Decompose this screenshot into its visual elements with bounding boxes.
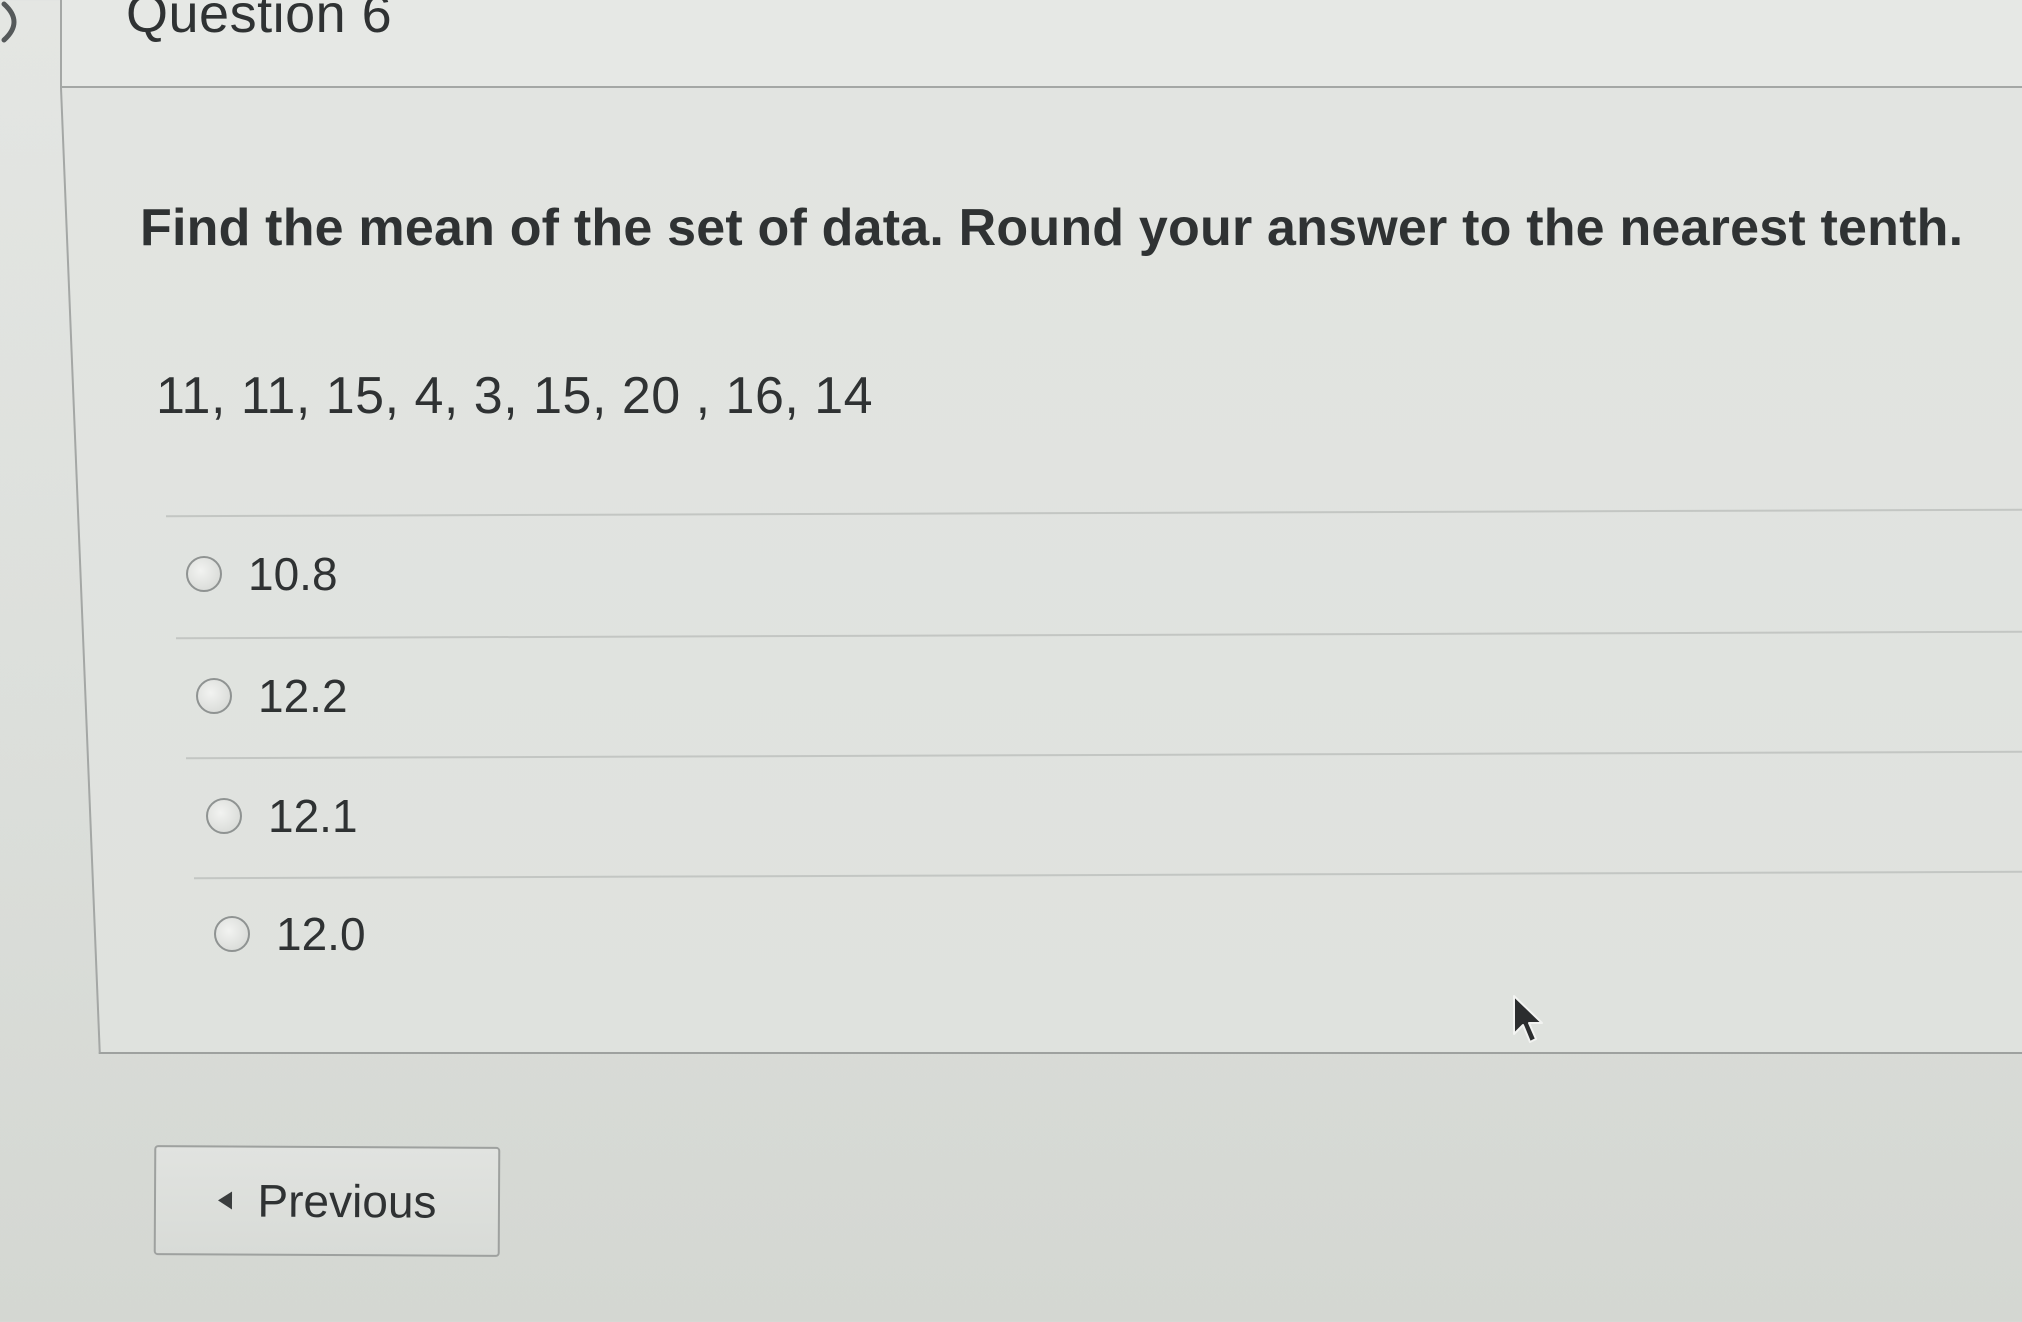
question-prompt: Find the mean of the set of data. Round …: [140, 199, 1964, 257]
answer-option[interactable]: 12.1: [206, 786, 358, 846]
mouse-pointer-icon: [1513, 995, 1543, 1043]
answer-option-label: 12.0: [276, 908, 366, 960]
answer-option[interactable]: 10.8: [186, 544, 338, 604]
data-set: 11, 11, 15, 4, 3, 15, 20 , 16, 14: [156, 367, 874, 425]
question-header: Question 6: [60, 0, 2022, 88]
previous-button-label: Previous: [257, 1174, 437, 1228]
answer-option-label: 10.8: [248, 548, 338, 600]
radio-icon[interactable]: [214, 916, 250, 952]
answer-option-label: 12.1: [268, 790, 358, 842]
radio-icon[interactable]: [196, 678, 232, 714]
answer-option[interactable]: 12.2: [196, 666, 348, 726]
answer-option-label: 12.2: [258, 670, 348, 722]
radio-icon[interactable]: [186, 556, 222, 592]
caret-left-icon: [217, 1191, 232, 1210]
answer-option[interactable]: 12.0: [214, 904, 366, 964]
chevron-icon[interactable]: [0, 0, 34, 44]
radio-icon[interactable]: [206, 798, 242, 834]
previous-button[interactable]: Previous: [153, 1145, 501, 1257]
question-title: Question 6: [126, 0, 393, 44]
